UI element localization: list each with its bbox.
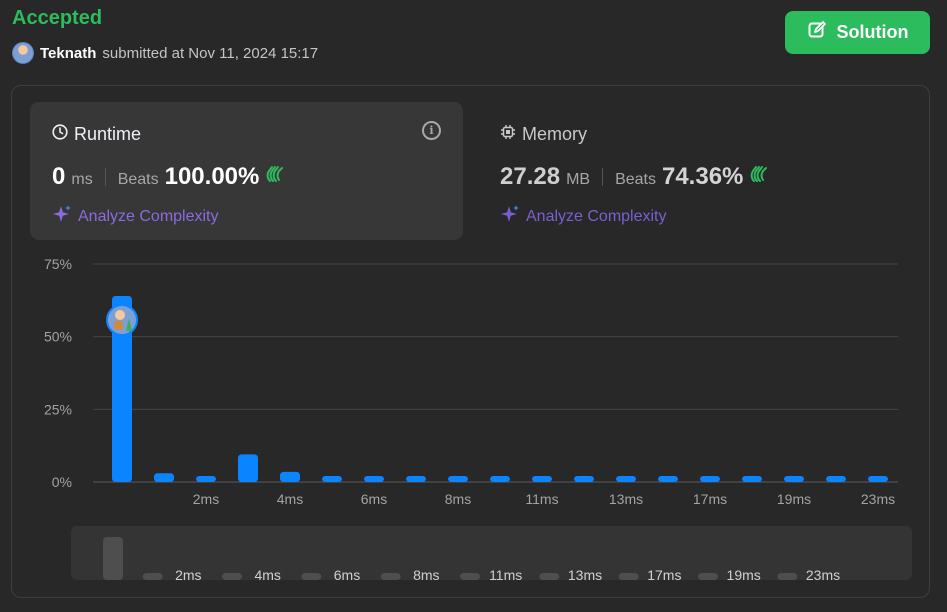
chart-bar[interactable] (532, 476, 552, 482)
minimap-x-tick-label: 4ms (254, 567, 280, 583)
chart-bar[interactable] (490, 476, 510, 482)
chart-bar[interactable] (826, 476, 846, 482)
minimap-bar (460, 573, 480, 580)
x-tick-label: 2ms (193, 491, 219, 507)
minimap-x-tick-label: 8ms (413, 567, 439, 583)
minimap-x-tick-label: 23ms (806, 567, 840, 583)
minimap-bar (222, 573, 242, 580)
chart-bar[interactable] (574, 476, 594, 482)
chart-bar[interactable] (280, 471, 300, 482)
chart-bar[interactable] (784, 476, 804, 482)
minimap-x-tick-label: 2ms (175, 567, 201, 583)
chart-bar[interactable] (196, 476, 216, 482)
minimap-x-tick-label: 13ms (568, 567, 602, 583)
chart-bar[interactable] (616, 476, 636, 482)
minimap-bar (618, 573, 639, 580)
minimap-bar (103, 537, 123, 580)
chart-bar[interactable] (154, 473, 174, 482)
user-marker (106, 304, 138, 336)
x-tick-label: 13ms (609, 491, 643, 507)
avatar-face (115, 310, 125, 320)
x-tick-label: 17ms (693, 491, 727, 507)
chart-bar[interactable] (658, 476, 678, 482)
chart-bar[interactable] (448, 476, 468, 482)
x-tick-label: 8ms (445, 491, 471, 507)
minimap-x-tick-label: 19ms (727, 567, 761, 583)
minimap-x-tick-label: 6ms (334, 567, 360, 583)
y-tick-label: 0% (52, 474, 72, 490)
chart-bar[interactable] (406, 476, 426, 482)
minimap-bar (777, 573, 798, 580)
chart-bar[interactable] (238, 454, 258, 482)
minimap-bar (698, 573, 718, 580)
minimap-bar (142, 573, 163, 580)
y-tick-label: 50% (44, 329, 72, 345)
x-tick-label: 23ms (861, 491, 895, 507)
chart-bar[interactable] (364, 476, 384, 482)
minimap-x-tick-label: 17ms (647, 567, 681, 583)
user-avatar-marker (106, 304, 138, 336)
minimap-bar (380, 573, 401, 580)
avatar-guitar (114, 321, 123, 330)
y-tick-label: 75% (44, 256, 72, 272)
chart-bar[interactable] (868, 476, 888, 482)
x-tick-label: 6ms (361, 491, 387, 507)
chart-x-axis: 2ms 4ms 6ms 8ms 11ms 13ms 17ms 19ms 23ms (193, 491, 895, 507)
chart-bar[interactable] (700, 476, 720, 482)
chart-grid: 0% 25% 50% 75% (44, 256, 898, 490)
minimap-bar (539, 573, 560, 580)
minimap-x-tick-label: 11ms (489, 567, 522, 583)
runtime-distribution-chart[interactable]: 0% 25% 50% 75% 2ms 4ms 6ms 8ms 11ms 13ms 17ms 19ms… (0, 0, 947, 612)
chart-minimap[interactable]: 2ms 4ms 6ms 8ms 11ms 13ms 17ms 19ms 23ms (71, 526, 912, 583)
x-tick-label: 4ms (277, 491, 303, 507)
x-tick-label: 19ms (777, 491, 811, 507)
chart-bar[interactable] (322, 476, 342, 482)
x-tick-label: 11ms (525, 491, 558, 507)
chart-bars[interactable] (112, 295, 888, 482)
y-tick-label: 25% (44, 401, 72, 417)
chart-bar[interactable] (742, 476, 762, 482)
minimap-bar (301, 573, 322, 580)
